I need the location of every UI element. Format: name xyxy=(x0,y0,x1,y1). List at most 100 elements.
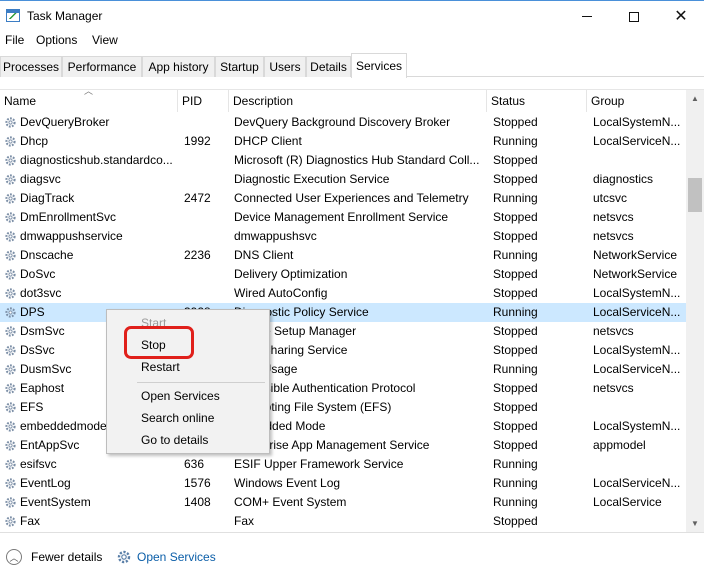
service-description-cell: DHCP Client xyxy=(234,134,302,148)
menu-view[interactable]: View xyxy=(92,33,118,47)
service-row[interactable]: DusmSvcData UsageRunningLocalServiceN... xyxy=(0,360,686,379)
service-description-cell: Microsoft (R) Diagnostics Hub Standard C… xyxy=(234,153,480,167)
service-name-cell: DoSvc xyxy=(20,267,56,281)
scrollbar-thumb[interactable] xyxy=(688,178,702,212)
service-status-cell: Running xyxy=(493,305,538,319)
tab-processes[interactable]: Processes xyxy=(0,56,62,77)
service-status-cell: Stopped xyxy=(493,172,538,186)
menu-options[interactable]: Options xyxy=(36,33,77,47)
service-row[interactable]: dmwappushservice dmwappushsvc Stopped netsv… xyxy=(0,227,686,246)
service-row[interactable]: DiagTrack 2472 Connected User Experiences … xyxy=(0,189,686,208)
window-title: Task Manager xyxy=(27,9,103,23)
service-row[interactable]: DevQueryBroker DevQuery Background Discov… xyxy=(0,113,686,132)
service-row[interactable]: esifsvc 636 ESIF Upper Framework Service Ru… xyxy=(0,455,686,474)
fewer-details-link[interactable]: Fewer details xyxy=(31,550,102,564)
scroll-up-arrow-icon[interactable]: ▲ xyxy=(686,90,704,107)
minimize-button[interactable] xyxy=(564,1,610,32)
service-description-cell: Wired AutoConfig xyxy=(234,286,328,300)
service-row[interactable]: diagsvc Diagnostic Execution Service Stopp… xyxy=(0,170,686,189)
maximize-button[interactable] xyxy=(611,1,657,32)
service-description-cell: Delivery Optimization xyxy=(234,267,348,281)
service-gear-icon xyxy=(4,420,17,433)
service-row[interactable]: EFS Encrypting File System (EFS) Stopped xyxy=(0,398,686,417)
service-gear-icon xyxy=(4,382,17,395)
service-description-cell: Device Setup Manager xyxy=(234,324,357,338)
service-description-cell: Embedded Mode xyxy=(234,419,326,433)
service-row[interactable]: EntAppSvc Enterprise App Management Servi… xyxy=(0,436,686,455)
vertical-scrollbar[interactable]: ▲ ▼ xyxy=(686,90,704,532)
service-group-cell: LocalServiceN... xyxy=(593,134,681,148)
service-status-cell: Running xyxy=(493,134,538,148)
scroll-down-arrow-icon[interactable]: ▼ xyxy=(686,515,704,532)
service-group-cell: utcsvc xyxy=(593,191,628,205)
service-gear-icon xyxy=(4,249,17,262)
service-gear-icon xyxy=(4,439,17,452)
tab-services[interactable]: Services xyxy=(351,53,407,78)
service-gear-icon xyxy=(4,268,17,281)
menu-file[interactable]: File xyxy=(5,33,24,47)
service-gear-icon xyxy=(4,458,17,471)
service-status-cell: Stopped xyxy=(493,115,538,129)
service-pid-cell xyxy=(184,284,228,303)
column-header-group[interactable]: Group xyxy=(587,90,686,112)
minimize-icon xyxy=(582,16,592,17)
service-group-cell: diagnostics xyxy=(593,172,654,186)
service-status-cell: Stopped xyxy=(493,210,538,224)
service-pid-cell xyxy=(184,113,228,132)
service-row[interactable]: DoSvc Delivery Optimization Stopped Network… xyxy=(0,265,686,284)
context-menu-separator xyxy=(137,382,265,383)
service-row[interactable]: embeddedmode Embedded Mode Stopped LocalSys… xyxy=(0,417,686,436)
tab-startup[interactable]: Startup xyxy=(215,56,264,77)
open-services-link[interactable]: Open Services xyxy=(137,550,216,564)
service-status-cell: Stopped xyxy=(493,229,538,243)
service-row[interactable]: Eaphost Extensible Authentication Protoco… xyxy=(0,379,686,398)
service-group-cell: LocalSystemN... xyxy=(593,286,681,300)
service-pid-cell xyxy=(184,170,228,189)
context-menu-restart[interactable]: Restart xyxy=(141,360,180,374)
service-status-cell: Stopped xyxy=(493,419,538,433)
context-menu-open-services[interactable]: Open Services xyxy=(141,389,220,403)
service-group-cell: LocalServiceN... xyxy=(593,362,681,376)
service-gear-icon xyxy=(4,325,17,338)
service-row[interactable]: EventSystem 1408 COM+ Event System Running L… xyxy=(0,493,686,512)
service-pid-cell xyxy=(184,151,228,170)
tab-app-history[interactable]: App history xyxy=(142,56,215,77)
service-name-cell: diagsvc xyxy=(20,172,61,186)
service-gear-icon xyxy=(4,401,17,414)
column-header-description[interactable]: Description xyxy=(229,90,487,112)
service-row[interactable]: DsSvc Data Sharing Service Stopped LocalSys… xyxy=(0,341,686,360)
service-group-cell xyxy=(593,455,685,474)
service-row[interactable]: DmEnrollmentSvc Device Management Enrollm… xyxy=(0,208,686,227)
service-row[interactable]: DPS3928Diagnostic Policy ServiceRunningL… xyxy=(0,303,686,322)
service-gear-icon xyxy=(4,230,17,243)
service-name-cell: DiagTrack xyxy=(20,191,75,205)
service-group-cell: LocalService xyxy=(593,495,662,509)
footer-bar: ︿ Fewer details Open Services xyxy=(0,532,704,580)
column-header-pid[interactable]: PID xyxy=(178,90,229,112)
context-menu-go-to-details[interactable]: Go to details xyxy=(141,433,208,447)
service-row[interactable]: Dhcp 1992 DHCP Client Running LocalServiceN.… xyxy=(0,132,686,151)
tab-users[interactable]: Users xyxy=(264,56,306,77)
service-row[interactable]: DsmSvc Device Setup Manager Stopped netsvcs xyxy=(0,322,686,341)
service-description-cell: Diagnostic Policy Service xyxy=(234,305,369,319)
context-menu-search-online[interactable]: Search online xyxy=(141,411,214,425)
column-header-status[interactable]: Status xyxy=(487,90,587,112)
service-row[interactable]: EventLog 1576 Windows Event Log Running Loca… xyxy=(0,474,686,493)
close-button[interactable]: ✕ xyxy=(658,1,704,32)
service-status-cell: Stopped xyxy=(493,267,538,281)
service-description-cell: DNS Client xyxy=(234,248,294,262)
service-gear-icon xyxy=(4,154,17,167)
service-row[interactable]: dot3svc Wired AutoConfig Stopped LocalSyste… xyxy=(0,284,686,303)
tab-details[interactable]: Details xyxy=(306,56,351,77)
service-description-cell: dmwappushsvc xyxy=(234,229,317,243)
services-gear-icon xyxy=(117,550,131,564)
sort-ascending-icon: ︿ xyxy=(84,86,94,96)
tab-performance[interactable]: Performance xyxy=(62,56,142,77)
service-gear-icon xyxy=(4,211,17,224)
chevron-up-circle-icon[interactable]: ︿ xyxy=(6,549,22,565)
service-row[interactable]: Dnscache 2236 DNS Client Running NetworkServ… xyxy=(0,246,686,265)
service-row[interactable]: diagnosticshub.standardco... Microsoft (R… xyxy=(0,151,686,170)
service-row[interactable]: Fax Fax Stopped xyxy=(0,512,686,531)
service-group-cell: netsvcs xyxy=(593,381,634,395)
service-pid-cell: 636 xyxy=(184,457,205,471)
